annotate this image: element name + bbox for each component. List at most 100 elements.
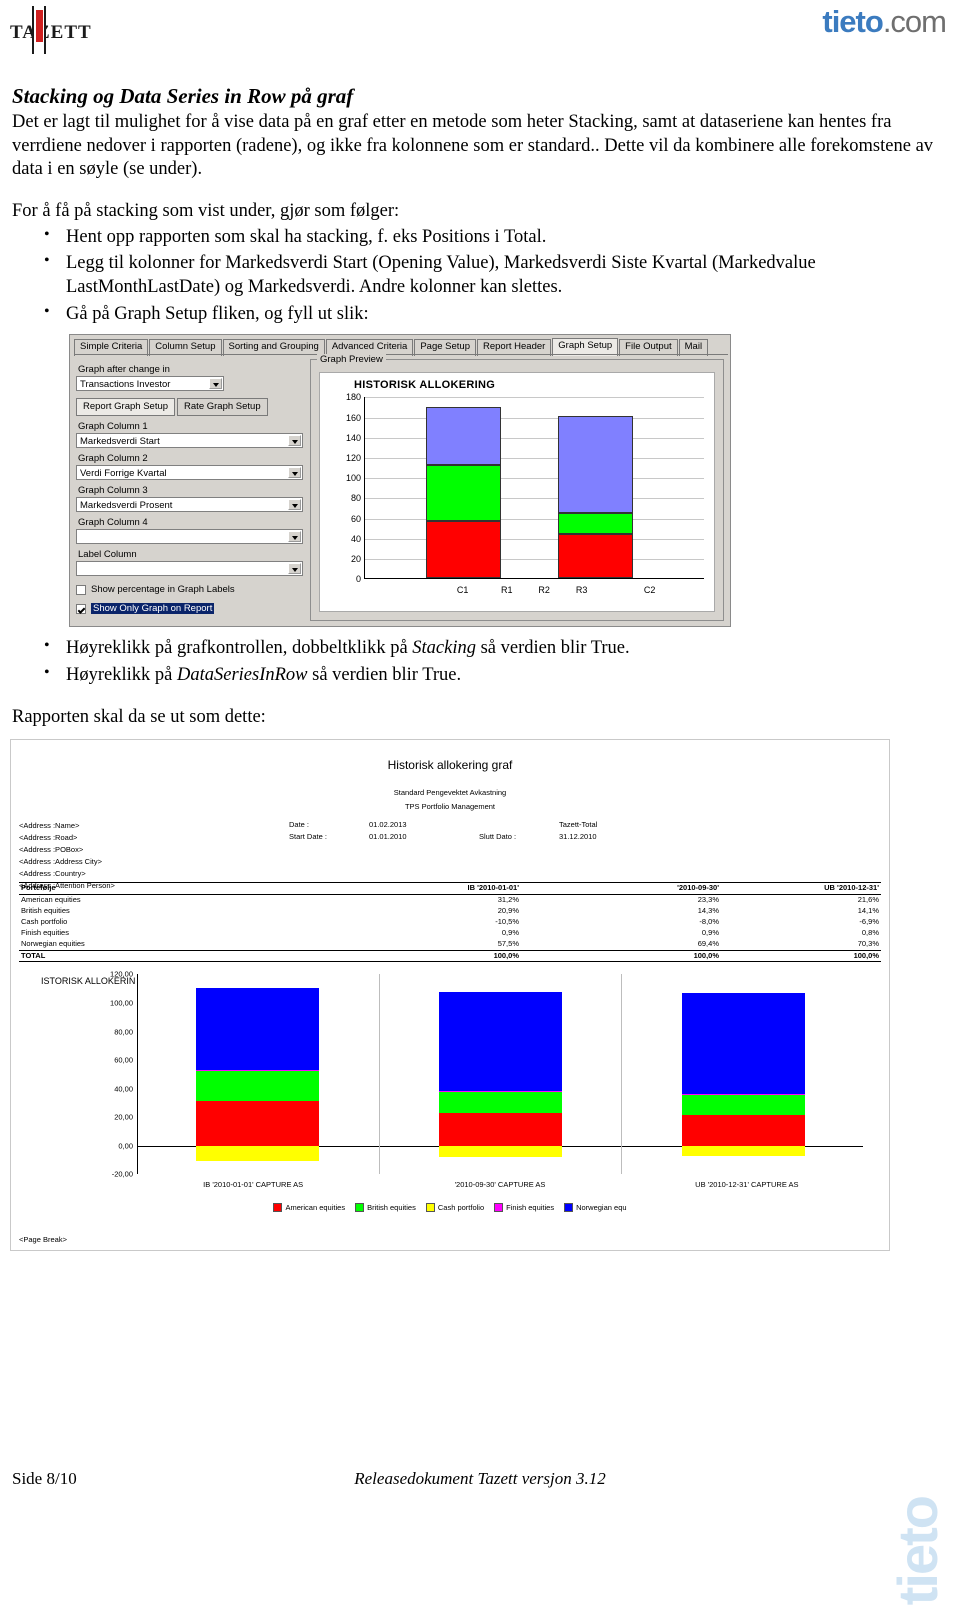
graph-column-2-label: Graph Column 2 (78, 453, 148, 465)
label-column-combo[interactable] (76, 561, 303, 577)
total-label: TOTAL (21, 951, 46, 961)
row-value-mid: 23,3% (697, 895, 719, 905)
x-axis-tick: C2 (643, 585, 656, 596)
chevron-down-icon[interactable] (288, 563, 301, 575)
bar (558, 415, 633, 579)
gridline (365, 417, 704, 419)
subtab-report-graph-setup[interactable]: Report Graph Setup (76, 398, 176, 417)
table-total-row: TOTAL 100,0% 100,0% 100,0% (19, 950, 881, 961)
y-axis-tick: 0,00 (118, 1141, 133, 1151)
table-row: Cash portfolio -10,5% -8,0% -6,9% (19, 917, 881, 928)
x-axis-tick: C1 (456, 585, 469, 596)
y-axis-tick: 180 (345, 392, 361, 403)
graph-column-4-combo[interactable] (76, 529, 303, 545)
allocation-table: Portefølje IB '2010-01-01' '2010-09-30' … (19, 882, 881, 963)
meta-enddate-value: 31.12.2010 (559, 832, 597, 842)
list-item: Legg til kolonner for Markedsverdi Start… (44, 251, 948, 299)
row-label: Finish equities (21, 928, 69, 938)
legend-swatch (355, 1203, 365, 1213)
show-percentage-checkbox-row[interactable]: Show percentage in Graph Labels (76, 584, 303, 595)
bar-segment (681, 1094, 805, 1115)
report-chart-legend: American equities British equities Cash po… (19, 1203, 881, 1213)
show-only-graph-checkbox[interactable] (76, 603, 86, 614)
x-axis-tick: R2 (538, 585, 550, 596)
chevron-down-icon[interactable] (288, 435, 301, 447)
category-divider (620, 974, 622, 1175)
tieto-logo: tieto.com (822, 4, 947, 40)
bar-segment (426, 465, 501, 521)
footer-document-name: Releasedokument Tazett versjon 3.12 (354, 1469, 606, 1488)
category-divider (379, 974, 381, 1175)
bar-segment (438, 1090, 563, 1093)
closing-paragraph: Rapporten skal da se ut som dette: (12, 706, 266, 727)
y-axis-tick: 20 (350, 554, 361, 565)
graph-column-2-value: Verdi Forrige Kvartal (80, 468, 167, 480)
y-axis-tick: 20,00 (114, 1112, 133, 1122)
tab-report-header[interactable]: Report Header (476, 339, 552, 356)
x-axis-tick: R1 (501, 585, 513, 596)
graph-column-3-value: Markedsverdi Prosent (80, 500, 173, 512)
bar-segment (681, 993, 805, 1094)
legend-label: Finish equities (506, 1203, 555, 1213)
meta-startdate-label: Start Date : (289, 832, 327, 842)
steps-after-list: Høyreklikk på grafkontrollen, dobbeltkli… (12, 636, 948, 688)
y-axis-tick: 40,00 (114, 1084, 133, 1094)
row-value-ib: -10,5% (495, 917, 519, 927)
row-label: Cash portfolio (21, 917, 68, 927)
subtab-rate-graph-setup[interactable]: Rate Graph Setup (177, 398, 268, 417)
chevron-down-icon[interactable] (288, 531, 301, 543)
tieto-watermark: tieto (886, 1497, 949, 1605)
bar-segment (438, 1092, 563, 1113)
tab-advanced-criteria[interactable]: Advanced Criteria (325, 339, 414, 356)
chevron-down-icon[interactable] (209, 378, 222, 390)
tab-graph-setup[interactable]: Graph Setup (552, 338, 619, 356)
bar-segment (196, 1145, 320, 1161)
show-only-graph-checkbox-row[interactable]: Show Only Graph on Report (76, 603, 303, 615)
report-subtitle-2: TPS Portfolio Management (404, 802, 496, 812)
gridline (365, 518, 704, 520)
table-row: Norwegian equities 57,5% 69,4% 70,3% (19, 939, 881, 950)
report-chart-x-axis: IB '2010-01-01' CAPTURE AS '2010-09-30' C… (137, 1180, 863, 1192)
report-subtitle-1: Standard Pengevektet Avkastning (393, 788, 507, 798)
tab-column-setup[interactable]: Column Setup (149, 339, 222, 356)
y-axis-tick: 80 (350, 493, 361, 504)
row-value-ib: 57,5% (497, 939, 519, 949)
column-header-mid: '2010-09-30' (677, 883, 719, 893)
total-value-mid: 100,0% (693, 951, 719, 961)
tab-mail[interactable]: Mail (678, 339, 709, 356)
bar-segment (438, 1145, 563, 1158)
graph-column-3-combo[interactable]: Markedsverdi Prosent (76, 497, 303, 513)
chevron-down-icon[interactable] (288, 467, 301, 479)
x-axis-tick: IB '2010-01-01' CAPTURE AS (203, 1180, 304, 1190)
bar-segment (681, 1114, 805, 1146)
graph-column-2-combo[interactable]: Verdi Forrige Kvartal (76, 465, 303, 481)
row-value-ib: 31,2% (497, 895, 519, 905)
bar-segment (426, 406, 501, 466)
row-value-ib: 20,9% (497, 906, 519, 916)
graph-after-change-combo[interactable]: Transactions Investor (76, 376, 224, 392)
report-allocation-chart: ISTORISK ALLOKERIN 120,00 100,00 80,00 60,0… (19, 962, 881, 1213)
y-axis-tick: 120,00 (110, 969, 133, 979)
list-item: Høyreklikk på grafkontrollen, dobbeltkli… (44, 636, 948, 661)
page-title: Stacking og Data Series in Row på graf (12, 84, 354, 108)
tab-simple-criteria[interactable]: Simple Criteria (74, 339, 149, 356)
chevron-down-icon[interactable] (288, 499, 301, 511)
graph-setup-form: Graph after change in Transactions Inves… (76, 359, 303, 615)
bar-segment (196, 987, 320, 1071)
tab-sorting-and-grouping[interactable]: Sorting and Grouping (222, 339, 325, 356)
tab-page-setup[interactable]: Page Setup (414, 339, 476, 356)
list-item: Høyreklikk på DataSeriesInRow så verdien… (44, 663, 948, 688)
gridline (365, 397, 704, 399)
row-value-mid: 69,4% (697, 939, 719, 949)
show-percentage-label: Show percentage in Graph Labels (91, 584, 235, 596)
legend-label: Norwegian equ (576, 1203, 627, 1213)
show-percentage-checkbox[interactable] (76, 584, 86, 595)
list-item: Hent opp rapporten som skal ha stacking,… (44, 225, 948, 250)
tab-file-output[interactable]: File Output (619, 339, 678, 356)
page-header: TAZETT tieto.com (0, 0, 960, 62)
legend-swatch (494, 1203, 504, 1213)
meta-startdate-value: 01.01.2010 (369, 832, 407, 842)
address-line: <Address :Country> (19, 869, 86, 879)
graph-column-1-combo[interactable]: Markedsverdi Start (76, 433, 303, 449)
steps-list: Hent opp rapporten som skal ha stacking,… (12, 225, 948, 327)
